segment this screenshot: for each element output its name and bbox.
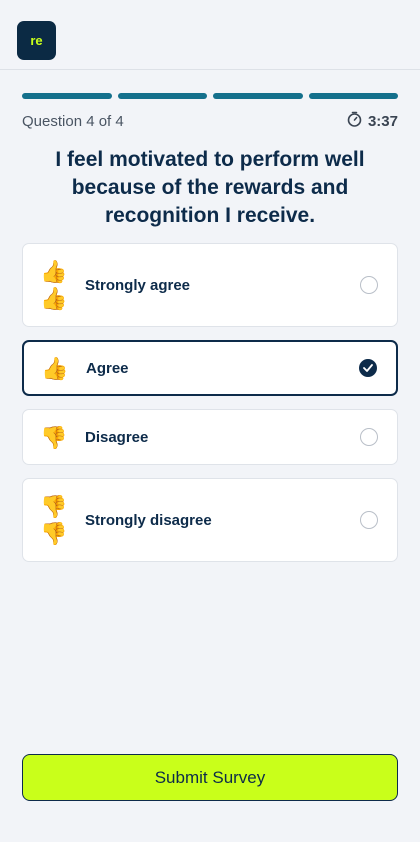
thumbs-down-icon: 👎 [40, 521, 68, 546]
radio-checked-icon[interactable] [359, 359, 377, 377]
option-label: Agree [86, 359, 129, 377]
progress-bar [22, 93, 398, 99]
radio-button[interactable] [360, 276, 378, 294]
option-label: Disagree [85, 428, 149, 446]
app-logo[interactable]: re [17, 21, 56, 60]
thumbs-down-icon: 👎 [40, 494, 68, 519]
option-agree[interactable]: 👍 Agree [22, 340, 398, 396]
thumbs-up-icon: 👍 [41, 355, 69, 381]
app-header: re [0, 0, 420, 70]
submit-survey-button[interactable]: Submit Survey [22, 754, 398, 801]
question-meta: Question 4 of 4 3:37 [22, 111, 398, 131]
timer-value: 3:37 [367, 112, 398, 130]
option-label: Strongly agree [85, 276, 191, 294]
option-strongly-agree[interactable]: 👍 👍 Strongly agree [22, 243, 398, 327]
thumbs-up-icon: 👍 [40, 286, 68, 311]
survey-screen: re Question 4 of 4 3:37 I feel motivated… [0, 0, 420, 842]
progress-segment [213, 93, 303, 99]
progress-segment [308, 93, 398, 99]
thumbs-up-icon: 👍 [24, 355, 86, 382]
progress-segment [117, 93, 207, 99]
progress-segment [22, 93, 112, 99]
radio-button[interactable] [360, 511, 378, 529]
thumbs-up-icon: 👍 👍 [23, 258, 85, 312]
thumbs-up-icon: 👍 [40, 259, 68, 284]
thumbs-down-icon: 👎 [40, 424, 68, 450]
option-strongly-disagree[interactable]: 👎 👎 Strongly disagree [22, 478, 398, 562]
question-text: I feel motivated to perform well because… [55, 148, 365, 227]
option-label: Strongly disagree [85, 511, 212, 529]
stopwatch-icon [347, 111, 362, 131]
option-disagree[interactable]: 👎 Disagree [22, 409, 398, 465]
thumbs-down-icon: 👎 👎 [23, 493, 85, 547]
thumbs-down-icon: 👎 [23, 424, 85, 451]
timer: 3:37 [347, 111, 398, 131]
radio-button[interactable] [360, 428, 378, 446]
question-count: Question 4 of 4 [22, 112, 124, 130]
